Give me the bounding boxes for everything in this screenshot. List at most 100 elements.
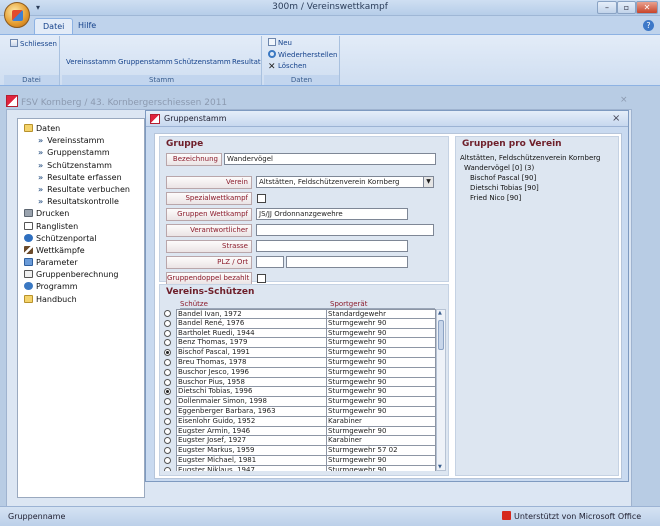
cell-schuetze[interactable]: Bischof Pascal, 1991 <box>176 348 327 358</box>
row-selector-radio[interactable] <box>164 466 171 471</box>
cell-sportgeraet[interactable]: Sturmgewehr 90 <box>326 318 436 329</box>
table-row[interactable]: Dollenmaier Simon, 1998 Sturmgewehr 90 <box>164 397 436 407</box>
tree-verein[interactable]: Altstätten, Feldschützenverein Kornberg <box>460 154 600 162</box>
table-row[interactable]: Eggenberger Barbara, 1963 Sturmgewehr 90 <box>164 406 436 417</box>
tree-item-gruppenstamm[interactable]: » Gruppenstamm <box>18 147 144 159</box>
tree-item-gruppenberechnung[interactable]: Gruppenberechnung <box>18 269 144 281</box>
tree-item-resultate-verbuchen[interactable]: » Resultate verbuchen <box>18 184 144 196</box>
row-selector-radio[interactable] <box>164 447 171 455</box>
cell-sportgeraet[interactable]: Sturmgewehr 90 <box>326 387 436 398</box>
table-row[interactable]: Buschor Pius, 1958 Sturmgewehr 90 <box>164 377 436 388</box>
tree-item-schuetzenstamm[interactable]: » Schützenstamm <box>18 160 144 172</box>
scroll-up-icon[interactable]: ▲ <box>438 310 442 316</box>
column-header-sportgeraet[interactable]: Sportgerät <box>330 300 367 308</box>
cell-schuetze[interactable]: Bartholet Ruedi, 1944 <box>176 328 327 339</box>
breadcrumb-event[interactable]: 43. Kornbergerschiessen 2011 <box>90 98 227 108</box>
row-selector-radio[interactable] <box>164 349 171 357</box>
tree-item-resultate-erfassen[interactable]: » Resultate erfassen <box>18 172 144 184</box>
row-selector-radio[interactable] <box>164 368 171 376</box>
tree-member[interactable]: Bischof Pascal [90] <box>460 174 536 182</box>
table-row[interactable]: Buschor Jesco, 1996 Sturmgewehr 90 <box>164 367 436 378</box>
table-row[interactable]: Bandel René, 1976 Sturmgewehr 90 <box>164 318 436 329</box>
row-selector-radio[interactable] <box>164 427 171 435</box>
cell-sportgeraet[interactable]: Karabiner <box>326 416 436 427</box>
cell-sportgeraet[interactable]: Karabiner <box>326 436 436 447</box>
verantwortlicher-field[interactable] <box>256 224 434 236</box>
verein-label[interactable]: Verein <box>166 176 252 189</box>
schliessen-button[interactable]: Schliessen <box>10 39 57 48</box>
row-selector-radio[interactable] <box>164 388 171 396</box>
vereinsstamm-button[interactable]: Vereinsstamm <box>66 58 116 66</box>
cell-sportgeraet[interactable]: Sturmgewehr 90 <box>326 406 436 417</box>
tree-item-programm[interactable]: Programm <box>18 281 144 293</box>
cell-schuetze[interactable]: Buschor Jesco, 1996 <box>176 367 327 378</box>
cell-schuetze[interactable]: Eisenlohr Guido, 1952 <box>176 416 327 427</box>
tree-member[interactable]: Fried Nico [90] <box>460 194 521 202</box>
cell-schuetze[interactable]: Eugster Armin, 1946 <box>176 426 327 437</box>
cell-sportgeraet[interactable]: Sturmgewehr 90 <box>326 348 436 358</box>
close-icon[interactable]: × <box>620 95 628 105</box>
plz-ort-label[interactable]: PLZ / Ort <box>166 256 252 269</box>
scroll-down-icon[interactable]: ▼ <box>438 464 442 470</box>
table-row[interactable]: Eugster Josef, 1927 Karabiner <box>164 436 436 447</box>
loeschen-button[interactable]: ✕ Löschen <box>268 62 307 72</box>
row-selector-radio[interactable] <box>164 378 171 386</box>
tree-item-daten[interactable]: Daten <box>18 123 144 135</box>
gruppen-wettkampf-label[interactable]: Gruppen Wettkampf <box>166 208 252 221</box>
table-row[interactable]: Bandel Ivan, 1972 Standardgewehr <box>164 309 436 319</box>
tree-item-schuetzenportal[interactable]: Schützenportal <box>18 233 144 245</box>
help-icon[interactable]: ? <box>643 20 654 31</box>
cell-sportgeraet[interactable]: Sturmgewehr 90 <box>326 328 436 339</box>
close-icon[interactable]: × <box>612 111 620 126</box>
column-header-schuetze[interactable]: Schütze <box>180 300 208 308</box>
row-selector-radio[interactable] <box>164 407 171 415</box>
cell-schuetze[interactable]: Eugster Josef, 1927 <box>176 436 327 447</box>
verein-select[interactable]: Altstätten, Feldschützenverein Kornberg … <box>256 176 434 188</box>
bezeichnung-label[interactable]: Bezeichnung <box>166 153 222 166</box>
bezeichnung-field[interactable]: Wandervögel <box>224 153 436 165</box>
table-row[interactable]: Dietschi Tobias, 1996 Sturmgewehr 90 <box>164 387 436 398</box>
cell-sportgeraet[interactable]: Sturmgewehr 90 <box>326 338 436 349</box>
row-selector-radio[interactable] <box>164 310 171 317</box>
cell-schuetze[interactable]: Breu Thomas, 1978 <box>176 357 327 368</box>
row-selector-radio[interactable] <box>164 319 171 327</box>
tree-item-handbuch[interactable]: Handbuch <box>18 294 144 306</box>
table-row[interactable]: Eugster Michael, 1981 Sturmgewehr 90 <box>164 455 436 466</box>
cell-schuetze[interactable]: Buschor Pius, 1958 <box>176 377 327 388</box>
tree-item-parameter[interactable]: Parameter <box>18 257 144 269</box>
row-selector-radio[interactable] <box>164 456 171 464</box>
neu-button[interactable]: Neu <box>268 38 292 47</box>
grid-scrollbar[interactable]: ▲ ▼ <box>436 309 446 471</box>
close-window-button[interactable]: ✕ <box>636 1 658 14</box>
table-row[interactable]: Bartholet Ruedi, 1944 Sturmgewehr 90 <box>164 328 436 339</box>
plz-field[interactable] <box>256 256 284 268</box>
ort-field[interactable] <box>286 256 408 268</box>
gruppenstamm-button[interactable]: Gruppenstamm <box>118 58 173 66</box>
row-selector-radio[interactable] <box>164 417 171 425</box>
row-selector-radio[interactable] <box>164 398 171 406</box>
cell-schuetze[interactable]: Eugster Michael, 1981 <box>176 455 327 466</box>
gruppen-wettkampf-field[interactable]: JS/JJ Ordonnanzgewehre <box>256 208 408 220</box>
cell-schuetze[interactable]: Dietschi Tobias, 1996 <box>176 387 327 398</box>
tree-member[interactable]: Dietschi Tobias [90] <box>460 184 539 192</box>
tree-item-ranglisten[interactable]: Ranglisten <box>18 221 144 233</box>
schuetzenstamm-button[interactable]: Schützenstamm <box>174 58 231 66</box>
tree-item-resultatskontrolle[interactable]: » Resultatskontrolle <box>18 196 144 208</box>
table-row[interactable]: Benz Thomas, 1979 Sturmgewehr 90 <box>164 338 436 349</box>
tab-hilfe[interactable]: Hilfe <box>70 18 104 34</box>
tree-item-drucken[interactable]: Drucken <box>18 208 144 220</box>
chevron-down-icon[interactable]: ▼ <box>423 177 433 187</box>
cell-schuetze[interactable]: Bandel René, 1976 <box>176 318 327 329</box>
cell-sportgeraet[interactable]: Sturmgewehr 90 <box>326 367 436 378</box>
breadcrumb-club[interactable]: FSV Kornberg <box>21 98 81 108</box>
table-row[interactable]: Breu Thomas, 1978 Sturmgewehr 90 <box>164 357 436 368</box>
cell-schuetze[interactable]: Eugster Markus, 1959 <box>176 446 327 456</box>
spezialwettkampf-checkbox[interactable] <box>257 194 266 203</box>
maximize-button[interactable]: ▫ <box>617 1 636 14</box>
cell-schuetze[interactable]: Bandel Ivan, 1972 <box>176 309 327 319</box>
table-row[interactable]: Eugster Armin, 1946 Sturmgewehr 90 <box>164 426 436 437</box>
cell-sportgeraet[interactable]: Sturmgewehr 90 <box>326 426 436 437</box>
table-row[interactable]: Bischof Pascal, 1991 Sturmgewehr 90 <box>164 348 436 358</box>
resultat-button[interactable]: Resultat <box>232 58 261 66</box>
tree-item-wettkaempfe[interactable]: Wettkämpfe <box>18 245 144 257</box>
